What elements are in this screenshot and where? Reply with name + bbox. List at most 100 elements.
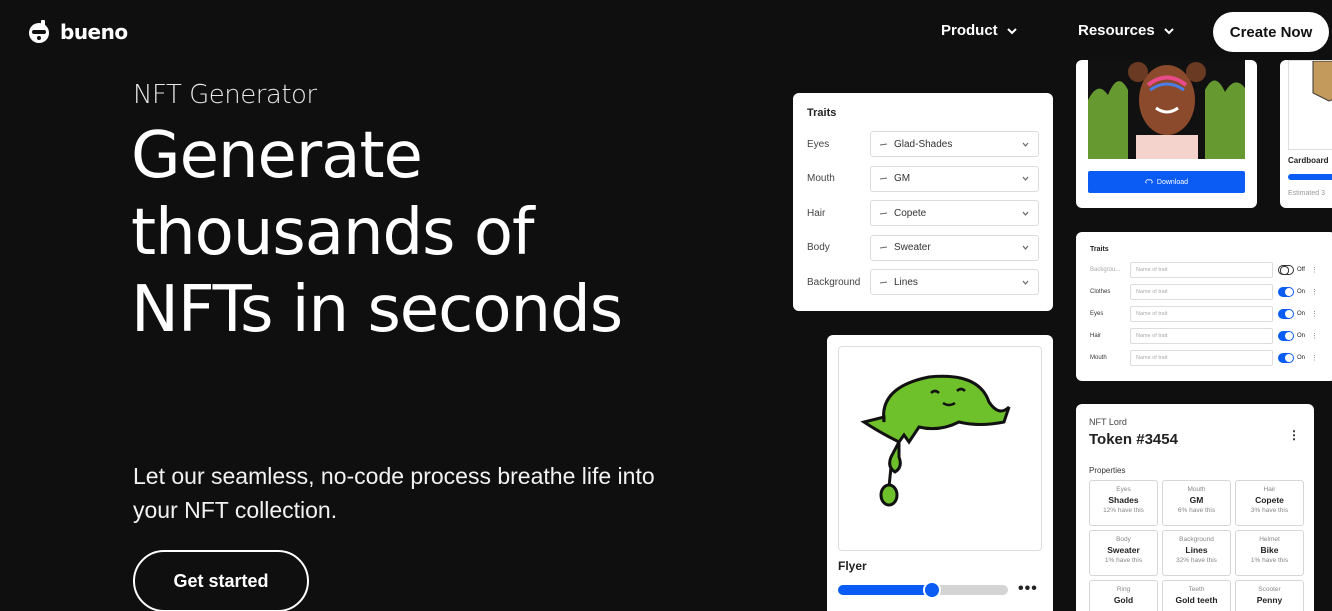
chevron-down-icon xyxy=(1164,27,1174,34)
property-rarity: 1% have this xyxy=(1104,557,1143,564)
trait-toggle-row: Hair Name of trait On ⋮ xyxy=(1090,325,1322,347)
kebab-menu-icon[interactable]: ⋮ xyxy=(1311,310,1318,318)
trait-label: Mouth xyxy=(807,173,835,185)
trait-toggle-state: On xyxy=(1297,355,1306,361)
trait-name-input[interactable]: Name of trait xyxy=(1130,284,1273,300)
chevron-down-icon xyxy=(1022,245,1029,251)
property-rarity: 3% have this xyxy=(1250,507,1289,514)
trait-select-value: Glad-Shades xyxy=(894,138,953,150)
trait-thumb-icon xyxy=(879,281,888,284)
trait-name-input[interactable]: Name of trait xyxy=(1130,328,1273,344)
property-cell: Hair Copete 3% have this xyxy=(1235,480,1304,526)
property-value: Shades xyxy=(1108,495,1139,505)
property-key: Teeth xyxy=(1188,586,1205,593)
cloud-download-icon xyxy=(1145,179,1153,184)
slider-knob[interactable] xyxy=(922,581,941,599)
trait-select[interactable]: GM xyxy=(870,165,1039,192)
trait-toggle-switch[interactable] xyxy=(1278,265,1294,275)
trait-select[interactable]: Glad-Shades xyxy=(870,131,1039,158)
more-options-icon[interactable]: ••• xyxy=(1018,580,1038,598)
kebab-menu-icon[interactable]: ⋮ xyxy=(1311,288,1318,296)
trait-label: Body xyxy=(807,242,830,254)
trait-row: Eyes Glad-Shades xyxy=(807,127,1039,162)
property-cell: Scooter Penny xyxy=(1235,580,1304,611)
trait-thumb-icon xyxy=(879,212,888,215)
property-cell: Helmet Bike 1% have this xyxy=(1235,530,1304,576)
trait-name-input[interactable]: Name of trait xyxy=(1130,262,1273,278)
property-value: Lines xyxy=(1185,545,1208,555)
nav-product-label: Product xyxy=(941,22,998,39)
trait-toggle-label: Backgrou... xyxy=(1090,267,1121,273)
property-key: Hair xyxy=(1263,486,1276,493)
trait-toggle-switch[interactable] xyxy=(1278,287,1294,297)
flyer-slider[interactable] xyxy=(838,581,1008,599)
trait-thumb-icon xyxy=(879,177,888,180)
progress-slider[interactable] xyxy=(1288,174,1332,180)
chevron-down-icon xyxy=(1022,211,1029,216)
property-cell: Mouth GM 6% have this xyxy=(1162,480,1231,526)
trait-name-input[interactable]: Name of trait xyxy=(1130,350,1273,366)
brand-logo[interactable]: bueno xyxy=(26,18,128,46)
property-key: Scooter xyxy=(1258,586,1281,593)
trait-toggle-row: Backgrou... Name of trait Off ⋮ xyxy=(1090,259,1322,281)
kebab-menu-icon[interactable]: ⋮ xyxy=(1311,354,1318,362)
download-button[interactable]: Download xyxy=(1088,171,1245,193)
trait-toggle-state: On xyxy=(1297,289,1306,295)
flyer-card: Flyer ••• xyxy=(827,335,1053,611)
property-value: Bike xyxy=(1260,545,1279,555)
nft-preview-name: Cardboard xyxy=(1288,156,1329,165)
trait-select[interactable]: Sweater xyxy=(870,234,1039,261)
traits-toggle-title: Traits xyxy=(1090,246,1109,253)
nav-product[interactable]: Product xyxy=(941,22,1018,39)
property-value: Penny xyxy=(1256,595,1283,605)
property-value: Gold xyxy=(1113,595,1134,605)
token-card: NFT Lord Token #3454 ⋮ Properties Eyes S… xyxy=(1076,404,1314,611)
trait-thumb-icon xyxy=(879,143,888,146)
trait-toggle-label: Eyes xyxy=(1090,311,1104,317)
traits-card: Traits Eyes Glad-Shades Mouth GM Hair Co… xyxy=(793,93,1053,311)
property-rarity: 6% have this xyxy=(1177,507,1216,514)
hero-subtitle: Let our seamless, no-code process breath… xyxy=(133,463,655,523)
chevron-down-icon xyxy=(1022,142,1029,147)
trait-toggle-switch[interactable] xyxy=(1278,309,1294,319)
property-cell: Background Lines 32% have this xyxy=(1162,530,1231,576)
nft-preview-card: Download xyxy=(1076,60,1257,208)
flyer-image xyxy=(838,346,1042,551)
brand-name: bueno xyxy=(60,20,128,44)
kebab-menu-icon[interactable]: ⋮ xyxy=(1311,266,1318,274)
trait-toggle-state: Off xyxy=(1297,267,1305,273)
slider-fill xyxy=(838,585,932,595)
trait-name-input[interactable]: Name of trait xyxy=(1130,306,1273,322)
property-rarity: 1% have this xyxy=(1250,557,1289,564)
property-key: Background xyxy=(1179,536,1214,543)
kebab-menu-icon[interactable]: ⋮ xyxy=(1311,332,1318,340)
trait-label: Eyes xyxy=(807,138,830,150)
nav-resources-label: Resources xyxy=(1078,22,1155,39)
property-rarity: 12% have this xyxy=(1103,507,1144,514)
property-cell: Body Sweater 1% have this xyxy=(1089,530,1158,576)
trait-thumb-icon xyxy=(879,246,888,249)
trait-label: Background xyxy=(807,276,861,288)
download-label: Download xyxy=(1156,178,1189,186)
nav-resources[interactable]: Resources xyxy=(1078,22,1175,39)
property-key: Mouth xyxy=(1187,486,1206,493)
trait-toggle-switch[interactable] xyxy=(1278,353,1294,363)
property-value: Copete xyxy=(1255,495,1284,505)
nft-preview-card-2: Cardboard Estimated 3 xyxy=(1280,60,1332,208)
create-now-button[interactable]: Create Now xyxy=(1213,12,1329,52)
nft-character-image xyxy=(1088,60,1245,159)
trait-toggle-label: Clothes xyxy=(1090,289,1111,295)
trait-row: Hair Copete xyxy=(807,196,1039,231)
bueno-logo-icon xyxy=(29,20,49,43)
get-started-button[interactable]: Get started xyxy=(133,550,309,611)
trait-toggle-row: Clothes Name of trait On ⋮ xyxy=(1090,281,1322,303)
property-value: Gold teeth xyxy=(1175,595,1218,605)
trait-toggle-switch[interactable] xyxy=(1278,331,1294,341)
trait-toggle-row: Mouth Name of trait On ⋮ xyxy=(1090,347,1322,369)
flyer-name: Flyer xyxy=(838,559,867,573)
trait-select[interactable]: Lines xyxy=(870,269,1039,296)
trait-select[interactable]: Copete xyxy=(870,200,1039,227)
chevron-down-icon xyxy=(1022,176,1029,182)
trait-toggle-state: On xyxy=(1297,333,1306,339)
kebab-menu-icon[interactable]: ⋮ xyxy=(1288,428,1300,442)
